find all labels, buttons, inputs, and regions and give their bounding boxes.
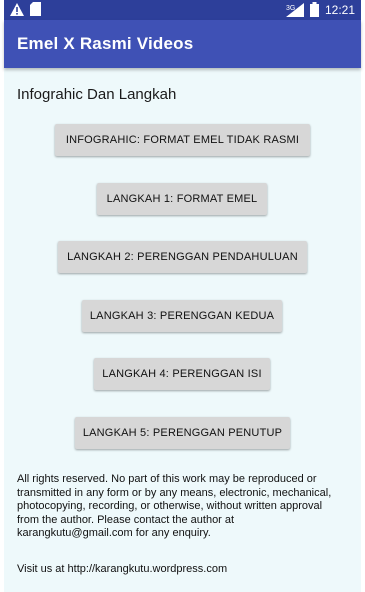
app-title: Emel X Rasmi Videos — [17, 34, 194, 53]
network-type-label: 3G — [286, 5, 295, 12]
langkah-2-button[interactable]: LANGKAH 2: PERENGGAN PENDAHULUAN — [58, 241, 307, 273]
battery-icon — [309, 2, 319, 17]
status-time: 12:21 — [324, 2, 355, 17]
langkah-3-button[interactable]: LANGKAH 3: PERENGGAN KEDUA — [82, 300, 282, 332]
app-screen: 3G 12:21 Emel X Rasmi Videos Infograhic … — [4, 0, 361, 592]
app-bar: Emel X Rasmi Videos — [4, 20, 361, 68]
copyright-notice: All rights reserved. No part of this wor… — [17, 473, 332, 540]
sd-card-icon — [30, 2, 41, 16]
langkah-4-button[interactable]: LANGKAH 4: PERENGGAN ISI — [94, 358, 270, 390]
section-heading: Infograhic Dan Langkah — [17, 86, 177, 103]
infographic-button[interactable]: INFOGRAHIC: FORMAT EMEL TIDAK RASMI — [55, 124, 310, 156]
website-link[interactable]: Visit us at http://karangkutu.wordpress.… — [17, 563, 227, 575]
langkah-5-button[interactable]: LANGKAH 5: PERENGGAN PENUTUP — [75, 417, 290, 449]
warning-icon — [10, 2, 24, 16]
langkah-1-button[interactable]: LANGKAH 1: FORMAT EMEL — [97, 183, 267, 215]
status-bar: 3G 12:21 — [4, 0, 361, 20]
signal-icon: 3G — [285, 2, 304, 17]
